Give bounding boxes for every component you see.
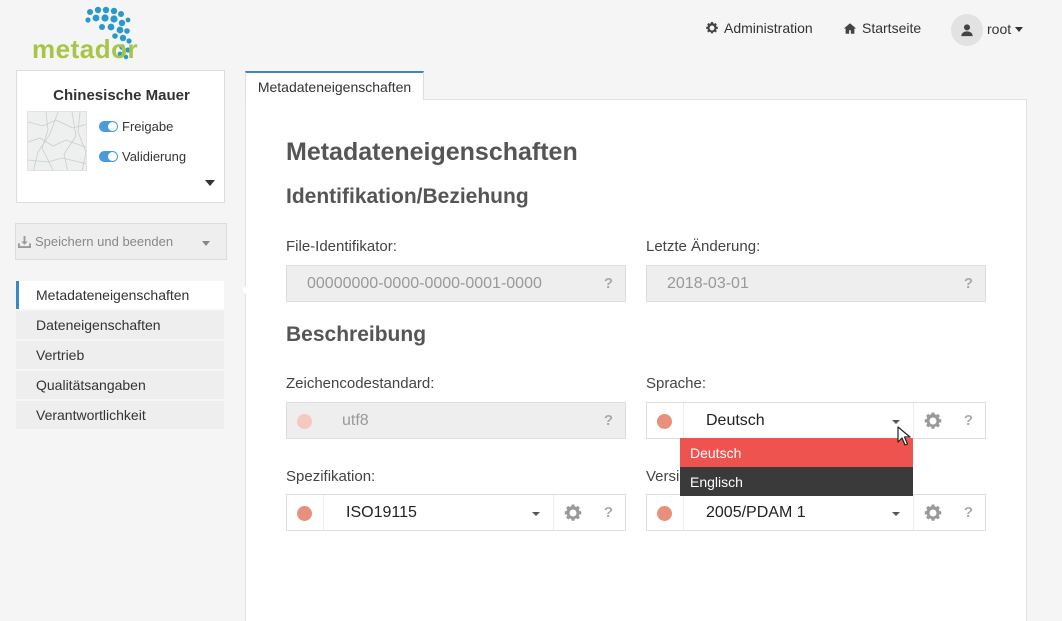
file-id-value: 00000000-0000-0000-0001-0000	[307, 275, 542, 292]
nav-startseite[interactable]: Startseite	[843, 20, 921, 36]
chevron-down-icon[interactable]	[892, 420, 900, 424]
divider	[913, 403, 914, 438]
divider	[553, 495, 554, 530]
divider	[913, 495, 914, 530]
metador-logo[interactable]: metador	[30, 6, 155, 64]
chevron-down-icon	[1015, 26, 1024, 32]
content-panel	[245, 99, 1027, 621]
save-and-exit-label: Speichern und beenden	[35, 234, 174, 249]
user-icon	[961, 24, 973, 37]
tab-metadateneigenschaften[interactable]: Metadateneigenschaften	[245, 71, 424, 100]
version-select[interactable]: 2005/PDAM 1 ?	[646, 494, 986, 531]
spec-value: ISO19115	[346, 504, 417, 521]
toggle-switch[interactable]	[99, 151, 118, 162]
divider	[683, 495, 684, 530]
toggle-freigabe-label: Freigabe	[122, 119, 174, 134]
home-icon	[843, 22, 857, 34]
divider	[323, 495, 324, 530]
map-thumbnail[interactable]	[27, 111, 87, 171]
menu-option-deutsch[interactable]: Deutsch	[680, 438, 913, 467]
version-label: Versi	[646, 468, 680, 485]
menu-option-englisch[interactable]: Englisch	[680, 467, 913, 496]
map-thumbnail-image	[28, 112, 86, 170]
language-value: Deutsch	[706, 412, 765, 429]
sidebar-nav: Metadateneigenschaften Dateneigenschafte…	[16, 281, 224, 431]
gear-icon[interactable]	[923, 503, 943, 523]
chevron-down-icon[interactable]	[892, 512, 900, 516]
page-title: Metadateneigenschaften	[286, 138, 578, 166]
document-title: Chinesische Mauer	[53, 87, 190, 104]
section-heading-description: Beschreibung	[286, 323, 427, 346]
mouse-cursor-icon	[897, 426, 911, 446]
download-icon	[18, 235, 31, 248]
language-select[interactable]: Deutsch ?	[646, 402, 986, 439]
charset-label: Zeichencodestandard:	[286, 375, 435, 392]
language-dropdown-menu: Deutsch Englisch	[680, 438, 913, 496]
user-name-label: root	[987, 21, 1012, 37]
toggle-validierung-label: Validierung	[122, 149, 187, 164]
spec-select[interactable]: ISO19115 ?	[286, 494, 626, 531]
sidebar-item-qualitaetsangaben[interactable]: Qualitätsangaben	[16, 371, 224, 399]
sidebar-item-vertrieb[interactable]: Vertrieb	[16, 341, 224, 369]
document-card: Chinesische Mauer Freigabe Validierung	[16, 70, 225, 203]
logo-text: metador	[32, 34, 139, 64]
toggle-switch[interactable]	[99, 121, 118, 132]
nav-startseite-label: Startseite	[862, 20, 922, 36]
gear-icon	[706, 22, 718, 34]
help-icon[interactable]: ?	[964, 504, 973, 521]
sidebar-item-verantwortlichkeit[interactable]: Verantwortlichkeit	[16, 401, 224, 429]
charset-value: utf8	[342, 412, 369, 429]
user-menu[interactable]: root	[987, 21, 1024, 37]
status-dot	[297, 506, 312, 521]
help-icon[interactable]: ?	[604, 275, 613, 292]
top-header: metador Administration Startseite root	[0, 0, 1062, 64]
toggle-freigabe[interactable]: Freigabe	[99, 119, 173, 134]
spec-label: Spezifikation:	[286, 468, 376, 485]
nav-administration-label: Administration	[724, 20, 813, 36]
language-label: Sprache:	[646, 375, 707, 392]
avatar[interactable]	[951, 14, 983, 46]
divider	[683, 403, 684, 438]
section-heading-identification: Identifikation/Beziehung	[286, 185, 529, 208]
version-value: 2005/PDAM 1	[706, 504, 806, 521]
last-change-label: Letzte Änderung:	[646, 238, 761, 255]
help-icon[interactable]: ?	[604, 412, 613, 429]
file-id-field[interactable]: 00000000-0000-0000-0001-0000 ?	[286, 265, 626, 302]
panel-pointer	[242, 280, 252, 300]
gear-icon[interactable]	[563, 503, 583, 523]
status-dot	[657, 506, 672, 521]
help-icon[interactable]: ?	[604, 504, 613, 521]
status-dot	[297, 414, 312, 429]
chevron-down-icon[interactable]	[532, 512, 540, 516]
sidebar-item-metadateneigenschaften[interactable]: Metadateneigenschaften	[16, 281, 224, 309]
help-icon[interactable]: ?	[964, 412, 973, 429]
save-and-exit-button[interactable]: Speichern und beenden	[15, 223, 227, 260]
card-expand-caret-icon[interactable]	[205, 180, 215, 186]
gear-icon[interactable]	[923, 411, 943, 431]
sidebar-item-dateneigenschaften[interactable]: Dateneigenschaften	[16, 311, 224, 339]
help-icon[interactable]: ?	[964, 275, 973, 292]
charset-field[interactable]: utf8 ?	[286, 402, 626, 439]
nav-administration[interactable]: Administration	[705, 20, 813, 36]
last-change-field[interactable]: 2018-03-01 ?	[646, 265, 986, 302]
chevron-down-icon[interactable]	[202, 241, 210, 246]
status-dot	[657, 414, 672, 429]
toggle-validierung[interactable]: Validierung	[99, 149, 186, 164]
last-change-value: 2018-03-01	[667, 275, 749, 292]
file-id-label: File-Identifikator:	[286, 238, 397, 255]
